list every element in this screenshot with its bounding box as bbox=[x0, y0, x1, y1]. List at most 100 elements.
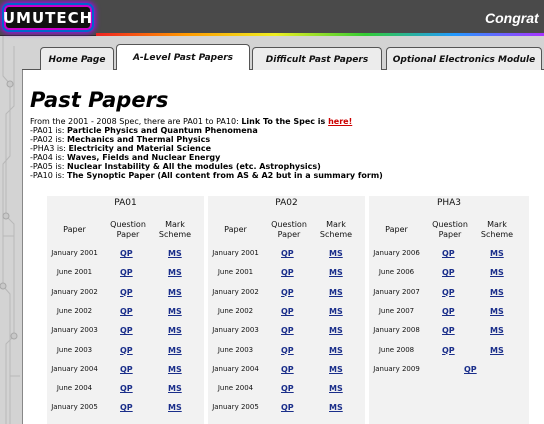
mark-scheme-link[interactable]: MS bbox=[168, 307, 182, 316]
mark-scheme-link[interactable]: MS bbox=[329, 307, 343, 316]
mark-scheme-link[interactable]: MS bbox=[329, 384, 343, 393]
tab-optional-electronics-module[interactable]: Optional Electronics Module bbox=[386, 47, 542, 71]
table-row: June 2001 QP MS bbox=[47, 265, 204, 281]
question-paper-link[interactable]: QP bbox=[120, 384, 133, 393]
question-paper-link[interactable]: QP bbox=[442, 307, 455, 316]
module-code: -PHA3 is: bbox=[30, 144, 69, 153]
module-code: -PA10 is: bbox=[30, 171, 68, 180]
question-paper-link[interactable]: QP bbox=[120, 268, 133, 277]
mark-scheme-link[interactable]: MS bbox=[168, 384, 182, 393]
tab-a-level-past-papers[interactable]: A-Level Past Papers bbox=[116, 44, 250, 71]
intro-lead: From the 2001 - 2008 Spec, there are PA0… bbox=[30, 117, 242, 126]
mark-scheme-link[interactable]: MS bbox=[168, 346, 182, 355]
table-row: January 2004 QP MS bbox=[47, 362, 204, 378]
module-code: -PA04 is: bbox=[30, 153, 68, 162]
spec-link[interactable]: here! bbox=[328, 117, 352, 126]
question-paper-link[interactable]: QP bbox=[120, 288, 133, 297]
table-row: January 2001 QP MS bbox=[47, 246, 204, 262]
paper-date: January 2009 bbox=[373, 364, 420, 373]
tab-difficult-past-papers[interactable]: Difficult Past Papers bbox=[252, 47, 382, 71]
mark-scheme-link[interactable]: MS bbox=[490, 249, 504, 258]
table-row: January 2002 QP MS bbox=[47, 285, 204, 301]
table-title: PHA3 bbox=[436, 198, 462, 208]
paper-date: January 2008 bbox=[373, 326, 420, 335]
module-code: -PA01 is: bbox=[30, 126, 68, 135]
table-row: January 2001 QP MS bbox=[208, 246, 365, 262]
mark-scheme-link[interactable]: MS bbox=[168, 365, 182, 374]
mark-scheme-link[interactable]: MS bbox=[329, 326, 343, 335]
question-paper-link[interactable]: QP bbox=[442, 326, 455, 335]
module-name: Waves, Fields and Nuclear Energy bbox=[67, 153, 221, 162]
mark-scheme-link[interactable]: MS bbox=[168, 403, 182, 412]
question-paper-link[interactable]: QP bbox=[281, 288, 294, 297]
main-content: Past Papers From the 2001 - 2008 Spec, t… bbox=[22, 70, 544, 424]
table-row: June 2007 QP MS bbox=[369, 304, 529, 320]
paper-date: June 2001 bbox=[217, 268, 254, 277]
table-row: June 2001 QP MS bbox=[208, 265, 365, 281]
question-paper-link[interactable]: QP bbox=[120, 326, 133, 335]
mark-scheme-link[interactable]: MS bbox=[329, 249, 343, 258]
question-paper-link[interactable]: QP bbox=[281, 403, 294, 412]
paper-date: June 2002 bbox=[217, 306, 254, 315]
question-paper-link[interactable]: QP bbox=[120, 346, 133, 355]
question-paper-link[interactable]: QP bbox=[120, 403, 133, 412]
question-paper-link[interactable]: QP bbox=[120, 249, 133, 258]
table-row: January 2003 QP MS bbox=[208, 323, 365, 339]
mark-scheme-link[interactable]: MS bbox=[329, 403, 343, 412]
mark-scheme-link[interactable]: MS bbox=[329, 268, 343, 277]
table-row: June 2002 QP MS bbox=[47, 304, 204, 320]
question-paper-link[interactable]: QP bbox=[281, 326, 294, 335]
table-row: January 2003 QP MS bbox=[47, 323, 204, 339]
module-code: -PA05 is: bbox=[30, 162, 68, 171]
table-row: June 2004 QP MS bbox=[208, 381, 365, 397]
paper-date: January 2003 bbox=[212, 326, 259, 335]
tab-home-page[interactable]: Home Page bbox=[40, 47, 114, 71]
paper-date: January 2005 bbox=[212, 403, 259, 412]
module-code: -PA02 is: bbox=[30, 135, 68, 144]
question-paper-link[interactable]: QP bbox=[120, 307, 133, 316]
question-paper-link[interactable]: QP bbox=[281, 249, 294, 258]
question-paper-link[interactable]: QP bbox=[281, 384, 294, 393]
mark-scheme-link[interactable]: MS bbox=[490, 268, 504, 277]
paper-date: June 2006 bbox=[378, 268, 415, 277]
header-congrats-text: Congrat bbox=[485, 10, 539, 26]
question-paper-link[interactable]: QP bbox=[442, 249, 455, 258]
question-paper-link[interactable]: QP bbox=[442, 346, 455, 355]
mark-scheme-link[interactable]: MS bbox=[490, 346, 504, 355]
mark-scheme-link[interactable]: MS bbox=[329, 346, 343, 355]
mark-scheme-link[interactable]: MS bbox=[490, 288, 504, 297]
table-row: January 2004 QP MS bbox=[208, 362, 365, 378]
tab-navigation: Home Page A-Level Past Papers Difficult … bbox=[22, 44, 544, 71]
mark-scheme-link[interactable]: MS bbox=[490, 326, 504, 335]
question-paper-link[interactable]: QP bbox=[442, 268, 455, 277]
table-row: January 2005 QP MS bbox=[208, 400, 365, 416]
question-paper-link[interactable]: QP bbox=[281, 307, 294, 316]
mark-scheme-link[interactable]: MS bbox=[329, 365, 343, 374]
table-title: PA02 bbox=[275, 198, 298, 208]
paper-date: June 2004 bbox=[217, 384, 254, 393]
mark-scheme-link[interactable]: MS bbox=[168, 326, 182, 335]
mark-scheme-link[interactable]: MS bbox=[168, 249, 182, 258]
paper-date: January 2001 bbox=[212, 249, 259, 257]
question-paper-link[interactable]: QP bbox=[120, 365, 133, 374]
paper-date: January 2002 bbox=[51, 287, 98, 296]
question-paper-link[interactable]: QP bbox=[281, 346, 294, 355]
paper-date: June 2003 bbox=[217, 345, 254, 354]
paper-date: June 2001 bbox=[56, 268, 93, 277]
past-paper-table-pa01: PA01 Paper Question Paper Mark Scheme Januar… bbox=[47, 196, 204, 424]
paper-date: January 2004 bbox=[212, 364, 259, 373]
table-row: January 2005 QP MS bbox=[47, 400, 204, 416]
paper-date: June 2002 bbox=[56, 306, 93, 315]
site-logo[interactable]: UMUTECH bbox=[3, 5, 92, 30]
question-paper-link[interactable]: QP bbox=[281, 268, 294, 277]
mark-scheme-link[interactable]: MS bbox=[329, 288, 343, 297]
paper-date: January 2001 bbox=[51, 249, 98, 257]
question-paper-link[interactable]: QP bbox=[464, 365, 477, 374]
question-paper-link[interactable]: QP bbox=[281, 365, 294, 374]
mark-scheme-link[interactable]: MS bbox=[168, 268, 182, 277]
paper-date: January 2003 bbox=[51, 326, 98, 335]
question-paper-link[interactable]: QP bbox=[442, 288, 455, 297]
mark-scheme-link[interactable]: MS bbox=[168, 288, 182, 297]
paper-date: January 2005 bbox=[51, 403, 98, 412]
mark-scheme-link[interactable]: MS bbox=[490, 307, 504, 316]
